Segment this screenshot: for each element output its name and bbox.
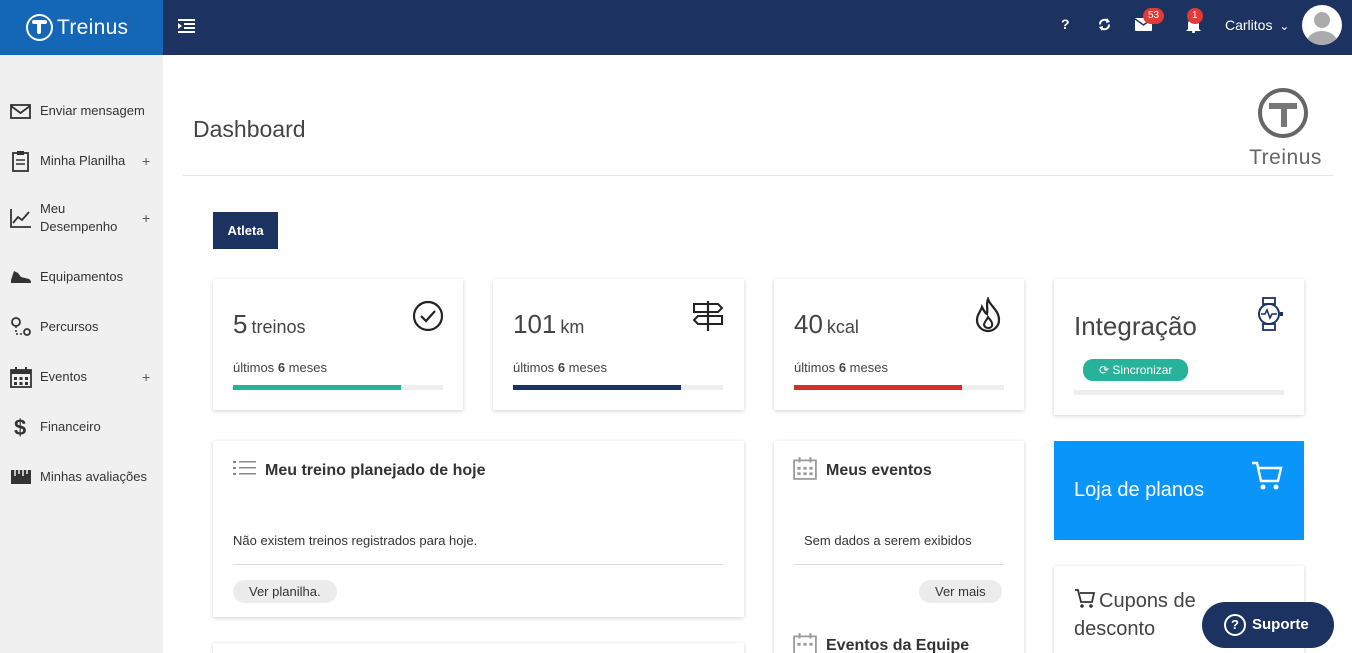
expand-plus-icon[interactable]: +	[142, 369, 150, 385]
coupons-title: Cupons de desconto	[1074, 590, 1196, 640]
events-title: Meus eventos	[826, 462, 932, 479]
progress-fill	[233, 385, 401, 390]
stat-period: últimos 6 meses	[233, 360, 327, 375]
support-button[interactable]: ? Suporte	[1202, 602, 1334, 648]
brand-logo[interactable]: Treinus	[0, 0, 163, 55]
store-label: Loja de planos	[1074, 479, 1205, 501]
brand-name: Treinus	[57, 15, 129, 39]
ver-mais-button[interactable]: Ver mais	[919, 580, 1002, 603]
page-title: Dashboard	[193, 116, 306, 142]
sidebar-item-equipamentos[interactable]: Equipamentos	[0, 266, 163, 288]
progress-fill	[513, 385, 681, 390]
treinus-logo-icon	[26, 14, 53, 41]
user-name: Carlitos	[1225, 17, 1273, 33]
stat-card-km: 101 km últimos 6 meses	[493, 279, 744, 410]
sidebar: Enviar mensagem Minha Planilha + Meu Des…	[0, 55, 163, 653]
cart-icon	[1252, 461, 1283, 490]
today-training-empty: Não existem treinos registrados para hoj…	[233, 533, 478, 548]
sidebar-item-minha-planilha[interactable]: Minha Planilha +	[0, 150, 163, 172]
sidebar-item-label: Eventos	[40, 369, 87, 384]
svg-text:$: $	[14, 416, 26, 438]
team-events-title: Eventos da Equipe	[826, 637, 970, 653]
sidebar-item-label: Minhas avaliações	[40, 469, 147, 484]
events-panel: Meus eventos Sem dados a serem exibidos …	[774, 441, 1024, 653]
sidebar-item-financeiro[interactable]: $ Financeiro	[0, 416, 163, 438]
question-icon: ?	[1224, 614, 1246, 636]
chevron-down-icon: ⌄	[1279, 19, 1290, 33]
top-bar: Treinus ? 53 1 Carlitos ⌄	[0, 0, 1352, 55]
stat-value: 5 treinos	[233, 309, 306, 339]
integration-title: Integração	[1074, 311, 1197, 341]
header-divider	[183, 175, 1334, 176]
stat-card-treinos: 5 treinos últimos 6 meses	[213, 279, 463, 410]
expand-plus-icon[interactable]: +	[142, 153, 150, 169]
calendar-icon	[10, 367, 32, 388]
sidebar-item-meu-desempenho[interactable]: Meu Desempenho +	[0, 199, 163, 237]
sidebar-item-percursos[interactable]: Percursos	[0, 316, 163, 338]
today-training-panel: Meu treino planejado de hoje Não existem…	[213, 441, 744, 617]
panel-divider	[233, 564, 723, 565]
progress-track	[513, 385, 723, 390]
expand-plus-icon[interactable]: +	[142, 210, 150, 226]
progress-fill	[794, 385, 962, 390]
list-icon	[233, 461, 256, 475]
ruler-icon	[11, 470, 31, 484]
ver-planilha-button[interactable]: Ver planilha.	[233, 580, 337, 603]
notifications-badge: 1	[1187, 8, 1203, 24]
stat-card-kcal: 40 kcal últimos 6 meses	[774, 279, 1024, 410]
header-logo-text: Treinus	[1249, 146, 1322, 169]
menu-toggle-icon[interactable]	[178, 18, 195, 34]
shoe-icon	[11, 271, 31, 283]
line-chart-icon	[10, 209, 31, 228]
envelope-icon	[10, 104, 31, 119]
sidebar-item-label: Percursos	[40, 319, 99, 334]
sidebar-item-label: Minha Planilha	[40, 153, 126, 168]
clipboard-icon	[12, 151, 29, 172]
treinus-header-logo: Treinus	[1243, 87, 1328, 169]
stat-period: últimos 6 meses	[794, 360, 888, 375]
user-avatar-icon	[1307, 12, 1337, 45]
progress-track	[233, 385, 443, 390]
stat-value: 101 km	[513, 309, 585, 339]
sync-icon[interactable]	[1097, 17, 1112, 32]
stat-period: últimos 6 meses	[513, 360, 607, 375]
panel-divider	[794, 564, 1004, 565]
events-empty: Sem dados a serem exibidos	[804, 533, 972, 548]
route-icon	[11, 317, 31, 336]
dollar-icon: $	[14, 416, 26, 438]
messages-badge: 53	[1143, 8, 1165, 24]
sidebar-item-eventos[interactable]: Eventos +	[0, 366, 163, 388]
stat-value: 40 kcal	[794, 309, 859, 339]
signpost-icon	[692, 301, 724, 331]
today-training-title: Meu treino planejado de hoje	[265, 462, 486, 479]
sidebar-item-label: Financeiro	[40, 419, 101, 434]
smartwatch-icon	[1258, 297, 1283, 331]
sidebar-item-enviar-mensagem[interactable]: Enviar mensagem	[0, 100, 163, 122]
sidebar-item-label: Equipamentos	[40, 269, 124, 284]
store-button[interactable]: Loja de planos	[1054, 441, 1304, 540]
sidebar-item-label: Meu Desempenho	[40, 201, 118, 234]
sidebar-item-minhas-avaliacoes[interactable]: Minhas avaliações	[0, 466, 163, 488]
tab-atleta[interactable]: Atleta	[213, 212, 278, 249]
flame-icon	[975, 297, 1001, 333]
treinus-emblem-icon	[1258, 88, 1308, 138]
support-label: Suporte	[1252, 616, 1309, 633]
calendar-icon	[793, 457, 817, 480]
integration-line	[1074, 390, 1284, 395]
calendar-icon	[793, 633, 817, 653]
check-circle-icon	[412, 300, 444, 332]
refresh-icon: ⟳	[1099, 363, 1110, 377]
sidebar-item-label: Enviar mensagem	[40, 103, 145, 118]
progress-track	[794, 385, 1004, 390]
avatar[interactable]	[1302, 5, 1342, 45]
next-panel	[213, 643, 744, 653]
sync-button[interactable]: ⟳ Sincronizar	[1083, 359, 1189, 381]
integration-card: Integração ⟳ Sincronizar	[1054, 279, 1304, 415]
user-menu[interactable]: Carlitos ⌄	[1225, 17, 1289, 33]
help-icon[interactable]: ?	[1061, 16, 1070, 32]
